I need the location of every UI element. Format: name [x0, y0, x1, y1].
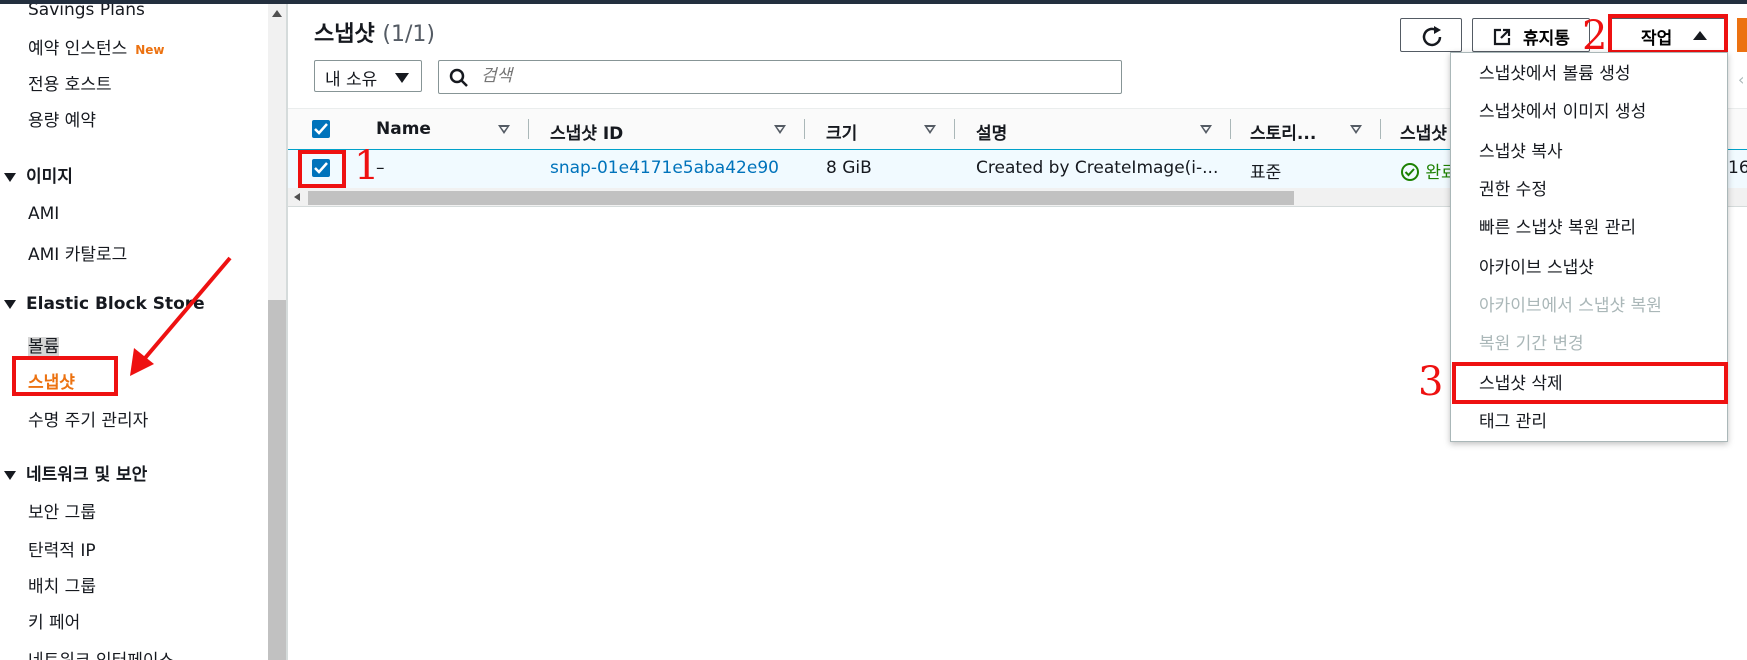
- scroll-up-icon[interactable]: [272, 10, 282, 17]
- external-link-icon: [1493, 28, 1511, 46]
- sidebar-item-lifecycle-manager[interactable]: 수명 주기 관리자: [28, 406, 148, 431]
- sidebar-item-security-groups[interactable]: 보안 그룹: [28, 498, 96, 523]
- menu-item-change-restore-period: 복원 기간 변경: [1479, 334, 1584, 354]
- column-resizer[interactable]: [804, 119, 805, 139]
- annotation-box-actions: [1608, 14, 1728, 54]
- cell-storage-tier: 표준: [1250, 163, 1282, 183]
- caret-down-icon: [4, 299, 16, 309]
- sidebar-item-key-pairs[interactable]: 키 페어: [28, 608, 80, 633]
- column-header-snapshot-status[interactable]: 스냅샷: [1400, 119, 1447, 144]
- primary-button-edge[interactable]: [1737, 18, 1747, 52]
- caret-down-icon: [4, 172, 16, 182]
- sidebar-item-network-interfaces[interactable]: 네트워크 인터페이스: [28, 646, 174, 660]
- sidebar-divider: [286, 4, 288, 660]
- cell-description: Created by CreateImage(i-...: [976, 158, 1219, 178]
- sidebar-item-elastic-ip[interactable]: 탄력적 IP: [28, 536, 96, 561]
- sort-icon[interactable]: [498, 125, 510, 134]
- cell-status: 완료: [1400, 158, 1457, 183]
- menu-item-create-volume[interactable]: 스냅샷에서 볼륨 생성: [1479, 59, 1631, 84]
- column-header-storage-tier[interactable]: 스토리...: [1250, 119, 1316, 144]
- selection-count: (1/1): [382, 22, 435, 47]
- new-badge: New: [135, 43, 165, 57]
- annotation-step-2: 2: [1582, 13, 1608, 59]
- cell-size: 8 GiB: [826, 158, 872, 178]
- menu-item-archive-snapshot[interactable]: 아카이브 스냅샷: [1479, 253, 1594, 278]
- recycle-bin-button[interactable]: 휴지통: [1472, 18, 1590, 52]
- owner-filter-select[interactable]: 내 소유: [314, 60, 422, 92]
- menu-item-fast-snapshot-restore[interactable]: 빠른 스냅샷 복원 관리: [1479, 213, 1636, 238]
- column-resizer[interactable]: [1230, 119, 1231, 139]
- column-resizer[interactable]: [1380, 119, 1381, 139]
- annotation-box-snapshots: [12, 356, 118, 396]
- caret-down-icon: [395, 73, 409, 83]
- sidebar-scrollbar-thumb[interactable]: [268, 300, 286, 660]
- refresh-icon: [1422, 26, 1442, 47]
- sidebar-item-ami-catalog[interactable]: AMI 카탈로그: [28, 240, 127, 265]
- sidebar-item-ami[interactable]: AMI: [28, 204, 59, 224]
- sort-icon[interactable]: [924, 125, 936, 134]
- annotation-arrow: [130, 256, 232, 376]
- menu-item-manage-tags[interactable]: 태그 관리: [1479, 407, 1547, 432]
- scroll-left-icon[interactable]: [294, 193, 300, 201]
- sidebar-item-volumes[interactable]: 볼륨: [28, 332, 60, 357]
- column-header-name[interactable]: Name: [376, 119, 431, 139]
- sidebar-item-reserved-instances[interactable]: 예약 인스턴스 New: [28, 34, 165, 59]
- chevron-left-icon[interactable]: ‹: [1738, 70, 1744, 89]
- menu-item-restore-from-archive: 아카이브에서 스냅샷 복원: [1479, 296, 1662, 316]
- column-resizer[interactable]: [954, 119, 955, 139]
- select-all-checkbox[interactable]: [312, 120, 330, 138]
- column-resizer[interactable]: [528, 119, 529, 139]
- sidebar-item-savings-plans[interactable]: Savings Plans: [28, 4, 145, 20]
- sort-icon[interactable]: [1200, 125, 1212, 134]
- sidebar-item-capacity-reservations[interactable]: 용량 예약: [28, 106, 96, 131]
- annotation-box-delete: [1452, 362, 1728, 404]
- sidebar-item-placement-groups[interactable]: 배치 그룹: [28, 572, 96, 597]
- menu-item-modify-permissions[interactable]: 권한 수정: [1479, 175, 1547, 200]
- sidebar-item-dedicated-hosts[interactable]: 전용 호스트: [28, 70, 112, 95]
- search-box[interactable]: [438, 60, 1122, 94]
- menu-item-copy-snapshot[interactable]: 스냅샷 복사: [1479, 137, 1563, 162]
- checkbox-checked-icon: [314, 123, 328, 135]
- search-icon: [449, 68, 468, 87]
- column-header-description[interactable]: 설명: [976, 119, 1007, 144]
- sidebar-group-network[interactable]: 네트워크 및 보안: [4, 460, 147, 485]
- table-scrollbar-thumb[interactable]: [308, 191, 1294, 205]
- annotation-step-1: 1: [354, 143, 380, 189]
- column-header-size[interactable]: 크기: [826, 119, 857, 144]
- cell-snapshot-id-link[interactable]: snap-01e4171e5aba42e90: [550, 158, 779, 178]
- annotation-box-checkbox: [298, 150, 346, 188]
- column-header-snapshot-id[interactable]: 스냅샷 ID: [550, 119, 623, 144]
- sort-icon[interactable]: [1350, 125, 1362, 134]
- page-title: 스냅샷 (1/1): [314, 22, 435, 47]
- caret-down-icon: [4, 470, 16, 480]
- refresh-button[interactable]: [1400, 18, 1462, 52]
- sort-icon[interactable]: [774, 125, 786, 134]
- sidebar-group-images[interactable]: 이미지: [4, 162, 73, 187]
- menu-item-create-image[interactable]: 스냅샷에서 이미지 생성: [1479, 97, 1646, 122]
- search-input[interactable]: [479, 65, 1083, 87]
- check-circle-icon: [1401, 163, 1419, 181]
- annotation-step-3: 3: [1418, 359, 1444, 405]
- cell-extra: 16: [1728, 158, 1747, 178]
